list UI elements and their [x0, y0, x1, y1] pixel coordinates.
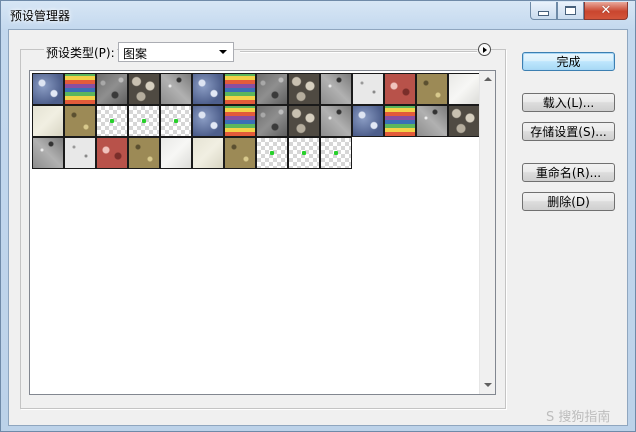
pattern-swatch-cream[interactable] — [32, 105, 64, 137]
preset-type-value: 图案 — [123, 47, 148, 61]
pattern-list[interactable] — [29, 70, 496, 395]
pattern-swatch-rainbow[interactable] — [224, 105, 256, 137]
title-bar[interactable]: 预设管理器 ✕ — [1, 1, 635, 29]
pattern-swatch-check[interactable] — [128, 105, 160, 137]
minimize-button[interactable] — [530, 2, 557, 20]
pattern-swatch-pebble[interactable] — [128, 73, 160, 105]
pattern-swatch-check[interactable] — [96, 105, 128, 137]
group-divider — [240, 51, 477, 53]
pattern-swatch-gray[interactable] — [256, 105, 288, 137]
load-button[interactable]: 载入(L)... — [522, 93, 615, 112]
minimize-icon — [538, 11, 549, 16]
pattern-swatch-rainbow[interactable] — [64, 73, 96, 105]
pattern-swatch-check[interactable] — [256, 137, 288, 169]
maximize-icon — [565, 6, 576, 15]
pattern-swatch-granite[interactable] — [160, 73, 192, 105]
pattern-swatch-light[interactable] — [352, 73, 384, 105]
pattern-swatch-blue[interactable] — [192, 105, 224, 137]
pattern-swatch-granite[interactable] — [416, 105, 448, 137]
delete-button[interactable]: 删除(D) — [522, 192, 615, 211]
preset-manager-window: 预设管理器 ✕ 预设类型(P): 图案 完成 载入(L)... 存储设置(S).… — [0, 0, 636, 432]
pattern-swatch-tan[interactable] — [224, 137, 256, 169]
pattern-swatch-tan[interactable] — [128, 137, 160, 169]
watermark: S 搜狗指南 — [546, 410, 611, 425]
pattern-row — [32, 137, 480, 169]
vertical-scrollbar[interactable] — [479, 71, 495, 394]
pattern-swatch-rainbow[interactable] — [224, 73, 256, 105]
pattern-swatch-check[interactable] — [288, 137, 320, 169]
rename-button[interactable]: 重命名(R)... — [522, 163, 615, 182]
dialog-client-area: 预设类型(P): 图案 完成 载入(L)... 存储设置(S)... 重命名(R… — [8, 29, 628, 426]
pattern-swatch-pebble[interactable] — [288, 73, 320, 105]
pattern-swatch-white[interactable] — [160, 137, 192, 169]
pattern-swatch-light[interactable] — [64, 137, 96, 169]
save-set-button[interactable]: 存储设置(S)... — [522, 122, 615, 141]
pattern-row — [32, 105, 480, 137]
pattern-swatch-granite[interactable] — [320, 73, 352, 105]
pattern-swatch-check[interactable] — [160, 105, 192, 137]
pattern-swatch-tan[interactable] — [64, 105, 96, 137]
pattern-swatch-rainbow[interactable] — [384, 105, 416, 137]
pattern-grid — [32, 73, 480, 169]
chevron-down-icon — [219, 50, 227, 54]
pattern-swatch-gray[interactable] — [96, 73, 128, 105]
preset-type-label: 预设类型(P): — [44, 44, 117, 61]
pattern-swatch-gray[interactable] — [256, 73, 288, 105]
maximize-button[interactable] — [557, 2, 584, 20]
scroll-up-icon[interactable] — [484, 77, 492, 81]
pattern-swatch-granite[interactable] — [320, 105, 352, 137]
close-icon: ✕ — [600, 3, 612, 18]
pattern-swatch-granite[interactable] — [32, 137, 64, 169]
pattern-swatch-blue[interactable] — [352, 105, 384, 137]
pattern-swatch-red[interactable] — [96, 137, 128, 169]
pattern-swatch-cream[interactable] — [192, 137, 224, 169]
done-button[interactable]: 完成 — [522, 52, 615, 71]
panel-menu-button[interactable] — [478, 43, 491, 56]
pattern-swatch-blue[interactable] — [32, 73, 64, 105]
pattern-swatch-white[interactable] — [448, 73, 480, 105]
close-button[interactable]: ✕ — [584, 2, 628, 20]
window-title: 预设管理器 — [10, 9, 71, 23]
pattern-swatch-tan[interactable] — [416, 73, 448, 105]
pattern-row — [32, 73, 480, 105]
scroll-down-icon[interactable] — [484, 383, 492, 387]
pattern-swatch-pebble[interactable] — [288, 105, 320, 137]
pattern-swatch-red[interactable] — [384, 73, 416, 105]
preset-type-dropdown[interactable]: 图案 — [118, 42, 234, 62]
pattern-swatch-blue[interactable] — [192, 73, 224, 105]
pattern-swatch-pebble[interactable] — [448, 105, 480, 137]
pattern-swatch-check[interactable] — [320, 137, 352, 169]
